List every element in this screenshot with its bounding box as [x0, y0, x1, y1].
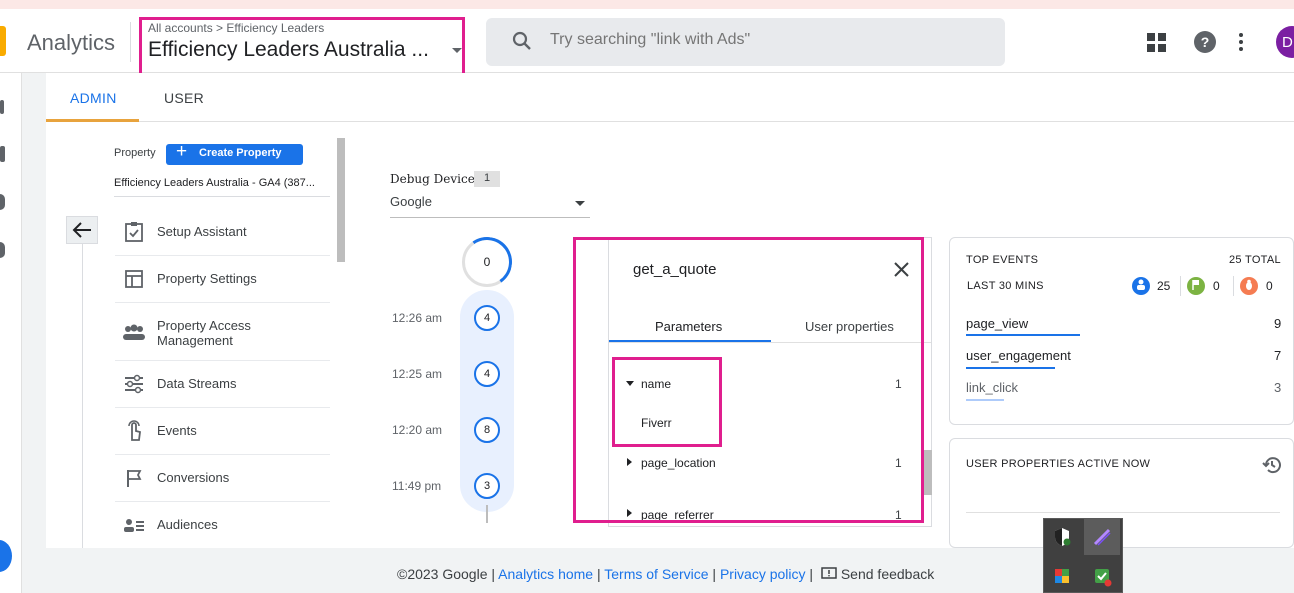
debug-device-label: Debug Device: [390, 172, 475, 186]
plus-icon: +: [176, 141, 188, 162]
tab-user[interactable]: USER: [164, 90, 204, 106]
sidebar-item-audiences[interactable]: Audiences: [115, 502, 330, 549]
tab-admin[interactable]: ADMIN: [70, 90, 117, 106]
bug-icon: [1240, 277, 1258, 295]
tray-security-icon[interactable]: [1084, 558, 1120, 593]
search-input[interactable]: [550, 31, 970, 49]
param-name-highlight: [612, 357, 722, 447]
footer-separator: |: [596, 566, 601, 582]
conversion-count: 0: [1213, 279, 1220, 293]
top-events-period: LAST 30 MINS: [967, 280, 1044, 292]
sidebar-item-label: Events: [157, 423, 197, 438]
analytics-logo-icon[interactable]: [0, 26, 6, 56]
history-icon[interactable]: [1262, 455, 1282, 475]
sidebar-item-property-settings[interactable]: Property Settings: [115, 256, 330, 303]
people-icon: [123, 324, 145, 340]
error-count: 0: [1266, 279, 1273, 293]
sidebar-scrollbar[interactable]: [337, 138, 345, 262]
timeline-time: 11:49 pm: [392, 479, 442, 493]
user-properties-divider: [966, 512, 1280, 513]
top-event-name[interactable]: link_click: [966, 380, 1018, 395]
flag-icon: [127, 470, 142, 487]
admin-tab-bar: [46, 73, 1294, 122]
home-nav-icon[interactable]: [0, 100, 4, 114]
timeline-time: 12:26 am: [392, 311, 443, 325]
timeline-node[interactable]: 4: [474, 361, 500, 387]
more-vert-icon[interactable]: [1238, 33, 1244, 51]
footer-separator: |: [491, 566, 496, 582]
apps-grid-icon[interactable]: [1147, 33, 1167, 53]
sidebar-item-label: Audiences: [157, 517, 218, 532]
user-count: 25: [1157, 279, 1171, 293]
top-event-bar: [966, 367, 1055, 369]
timeline-node[interactable]: 8: [474, 417, 500, 443]
stat-divider: [1233, 276, 1234, 296]
checklist-icon: [125, 222, 143, 242]
tray-app-icon[interactable]: [1044, 558, 1080, 593]
top-event-count: 9: [1274, 316, 1282, 331]
property-label: Property: [114, 147, 156, 159]
notification-strip: [0, 0, 1294, 9]
svg-text:?: ?: [1201, 34, 1210, 50]
audience-icon: [124, 519, 144, 532]
top-event-count: 3: [1274, 380, 1282, 395]
sidebar-item-label: Data Streams: [157, 376, 237, 391]
top-events-total: 25 TOTAL: [1229, 254, 1281, 266]
stat-divider: [1180, 276, 1181, 296]
analytics-home-link[interactable]: Analytics home: [498, 566, 593, 582]
sidebar-item-label: Setup Assistant: [157, 224, 247, 239]
timeline-connector: [486, 505, 488, 523]
sidebar-item-label: Property Settings: [157, 271, 257, 286]
streams-icon: [125, 374, 143, 394]
footer-links: ©2023 Google | Analytics home | Terms of…: [397, 566, 934, 582]
privacy-link[interactable]: Privacy policy: [720, 566, 806, 582]
top-event-bar: [966, 334, 1080, 336]
top-event-name[interactable]: user_engagement: [966, 348, 1071, 363]
window-icon: [125, 270, 143, 288]
device-select[interactable]: Google: [390, 194, 590, 218]
app-name[interactable]: Analytics: [27, 30, 115, 56]
timeline-time: 12:20 am: [392, 423, 443, 437]
flag-icon: [1187, 277, 1205, 295]
top-event-count: 7: [1274, 348, 1282, 363]
copyright: ©2023 Google: [397, 566, 488, 582]
sidebar-item-events[interactable]: Events: [115, 408, 330, 455]
tray-pen-icon[interactable]: [1084, 519, 1120, 555]
chevron-down-icon[interactable]: [575, 201, 585, 206]
user-icon: [1132, 277, 1150, 295]
event-card-scrollbar[interactable]: [924, 450, 932, 495]
sidebar-item-label: Conversions: [157, 470, 230, 485]
footer-separator: |: [809, 566, 814, 582]
help-icon[interactable]: ?: [1194, 31, 1216, 53]
explore-nav-icon[interactable]: [0, 194, 5, 210]
footer-separator: |: [712, 566, 717, 582]
property-selector[interactable]: Efficiency Leaders Australia - GA4 (387.…: [114, 177, 315, 189]
feedback-icon[interactable]: [821, 567, 837, 581]
terms-link[interactable]: Terms of Service: [604, 566, 708, 582]
sidebar-item-property-access[interactable]: Property Access Management: [115, 303, 330, 361]
debug-device-count: 1: [474, 171, 500, 187]
reports-nav-icon[interactable]: [0, 146, 5, 162]
timeline-time: 12:25 am: [392, 367, 443, 381]
send-feedback-link[interactable]: Send feedback: [841, 566, 934, 582]
sidebar-item-label: Property Access Management: [157, 318, 251, 348]
user-properties-title: USER PROPERTIES ACTIVE NOW: [966, 458, 1151, 470]
tray-defender-icon[interactable]: [1044, 519, 1080, 555]
back-button[interactable]: [66, 216, 98, 244]
header-divider: [130, 22, 131, 62]
sidebar-item-setup-assistant[interactable]: Setup Assistant: [115, 209, 330, 256]
property-divider: [114, 196, 330, 197]
timeline-node[interactable]: 3: [474, 473, 500, 499]
top-event-bar: [966, 399, 1004, 401]
timeline-node[interactable]: 4: [474, 305, 500, 331]
top-event-name[interactable]: page_view: [966, 316, 1028, 331]
touch-icon: [128, 420, 141, 441]
sidebar-divider: [82, 244, 83, 548]
top-events-title: TOP EVENTS: [966, 254, 1039, 266]
sidebar-item-conversions[interactable]: Conversions: [115, 455, 330, 502]
sidebar-item-data-streams[interactable]: Data Streams: [115, 361, 330, 408]
advertising-nav-icon[interactable]: [0, 242, 5, 258]
search-icon[interactable]: [512, 31, 532, 51]
arrow-back-icon: [72, 222, 91, 238]
